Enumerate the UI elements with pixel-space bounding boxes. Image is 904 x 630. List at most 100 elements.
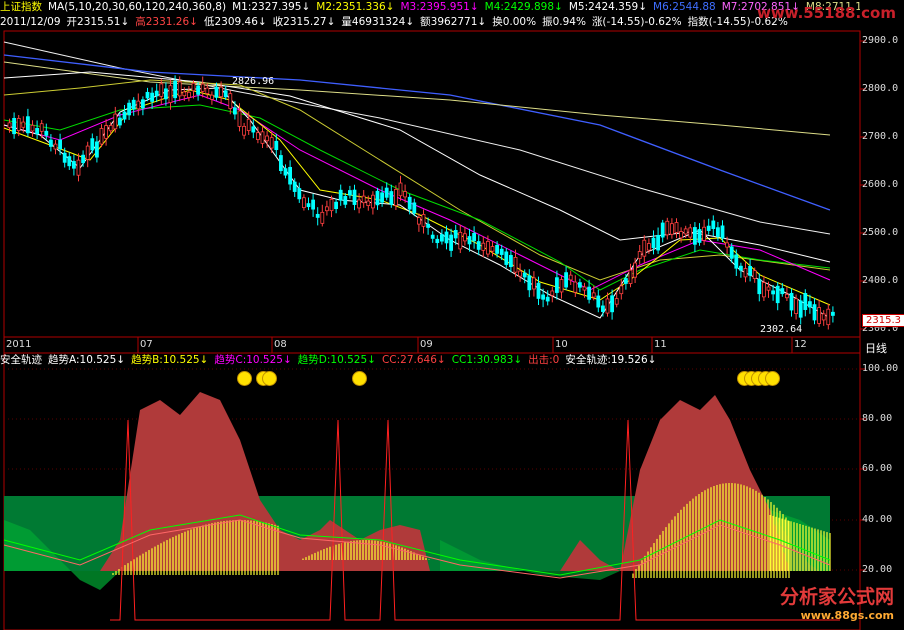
candle-body <box>219 86 224 97</box>
candle-body <box>490 246 495 252</box>
indicator-legend-item: 趋势C:10.525↓ <box>214 354 292 366</box>
candle-body <box>12 117 17 135</box>
candle-body <box>90 138 95 151</box>
candle-body <box>564 272 568 288</box>
candle-body <box>283 168 288 176</box>
candle-body <box>76 159 81 176</box>
candle-body <box>81 154 85 164</box>
candle-body <box>403 191 408 198</box>
candle-body <box>743 268 748 278</box>
indicator-legend-item: 出击:0 <box>528 354 560 366</box>
candle-body <box>62 152 67 163</box>
candle-body <box>674 222 679 233</box>
indicator-y-tick: 60.00 <box>862 463 893 474</box>
candle-body <box>720 225 725 239</box>
candle-body <box>826 308 831 326</box>
candle-body <box>154 90 159 97</box>
candle-body <box>136 100 141 110</box>
candle-body <box>329 198 334 212</box>
price-x-tick: 08 <box>274 339 287 350</box>
candle-body <box>237 110 242 127</box>
candle-body <box>476 241 481 250</box>
candle-body <box>99 128 104 145</box>
candle-body <box>163 88 168 100</box>
footer-watermark-title: 分析家公式网 <box>779 586 894 608</box>
candle-body <box>821 313 826 321</box>
price-x-tick: 11 <box>654 339 667 350</box>
candle-body <box>651 237 656 249</box>
signal-smile-icon <box>352 371 367 386</box>
candle-body <box>656 234 660 251</box>
period-label[interactable]: 日线 <box>865 340 887 356</box>
candle-body <box>439 234 444 242</box>
price-y-tick: 2800.0 <box>862 83 899 94</box>
candle-body <box>472 233 477 242</box>
candle-body <box>808 301 812 308</box>
high-price-label: 2826.96 <box>232 76 275 87</box>
candle-body <box>762 282 766 298</box>
candle-body <box>214 86 219 98</box>
candle-body <box>697 229 702 243</box>
candle-body <box>642 239 647 257</box>
candle-body <box>670 223 674 235</box>
candle-body <box>251 126 256 133</box>
indicator-legend-item: CC1:30.983↓ <box>451 354 523 366</box>
candle-body <box>380 192 385 203</box>
price-x-tick: 09 <box>420 339 433 350</box>
candle-body <box>370 194 375 209</box>
candle-body <box>601 305 605 312</box>
candle-body <box>255 132 260 140</box>
candle-body <box>113 113 118 130</box>
candle-body <box>315 213 320 218</box>
candle-body <box>665 220 670 236</box>
candle-body <box>21 121 26 128</box>
candle-body <box>587 286 591 300</box>
candle-body <box>127 102 131 116</box>
ma10-line <box>3 89 831 306</box>
candle-body <box>39 123 44 132</box>
indicator-legend-item: 趋势A:10.525↓ <box>48 354 126 366</box>
candle-body <box>145 91 150 99</box>
candle-body <box>393 189 398 206</box>
indicator-label-row: 安全轨迹 趋势A:10.525↓ 趋势B:10.525↓ 趋势C:10.525↓ 趋势D… <box>0 353 860 367</box>
price-x-tick: 10 <box>555 339 568 350</box>
candle-body <box>812 304 817 321</box>
candle-body <box>324 206 329 212</box>
candle-body <box>481 242 486 251</box>
candle-body <box>311 199 316 210</box>
ma360-line <box>3 41 831 235</box>
candle-body <box>637 251 642 260</box>
stock-chart[interactable] <box>0 0 904 630</box>
indicator-y-tick: 100.00 <box>862 363 899 374</box>
candle-body <box>389 191 394 205</box>
candle-body <box>518 270 522 277</box>
candle-body <box>269 137 274 149</box>
candle-body <box>633 262 637 278</box>
candle-body <box>485 241 490 255</box>
candle-body <box>30 124 35 132</box>
candle-body <box>104 125 108 139</box>
ma8-line <box>3 61 831 136</box>
candle-body <box>550 290 555 296</box>
price-y-tick: 2900.0 <box>862 35 899 46</box>
candle-body <box>361 195 366 204</box>
candle-body <box>605 298 610 314</box>
candle-body <box>789 292 794 311</box>
candle-body <box>228 93 233 109</box>
candle-body <box>334 201 339 210</box>
ma120-line <box>3 71 831 263</box>
candle-body <box>610 295 614 313</box>
candle-body <box>306 203 311 208</box>
candle-body <box>444 231 449 244</box>
candle-body <box>118 117 122 126</box>
candle-body <box>292 181 297 192</box>
candle-body <box>679 231 683 239</box>
candle-body <box>780 288 785 295</box>
candle-body <box>775 285 780 304</box>
candle-body <box>785 294 789 299</box>
candle-body <box>757 278 762 295</box>
candle-body <box>771 290 775 295</box>
price-y-tick: 2500.0 <box>862 227 899 238</box>
candle-body <box>449 234 454 251</box>
candle-body <box>582 286 587 291</box>
